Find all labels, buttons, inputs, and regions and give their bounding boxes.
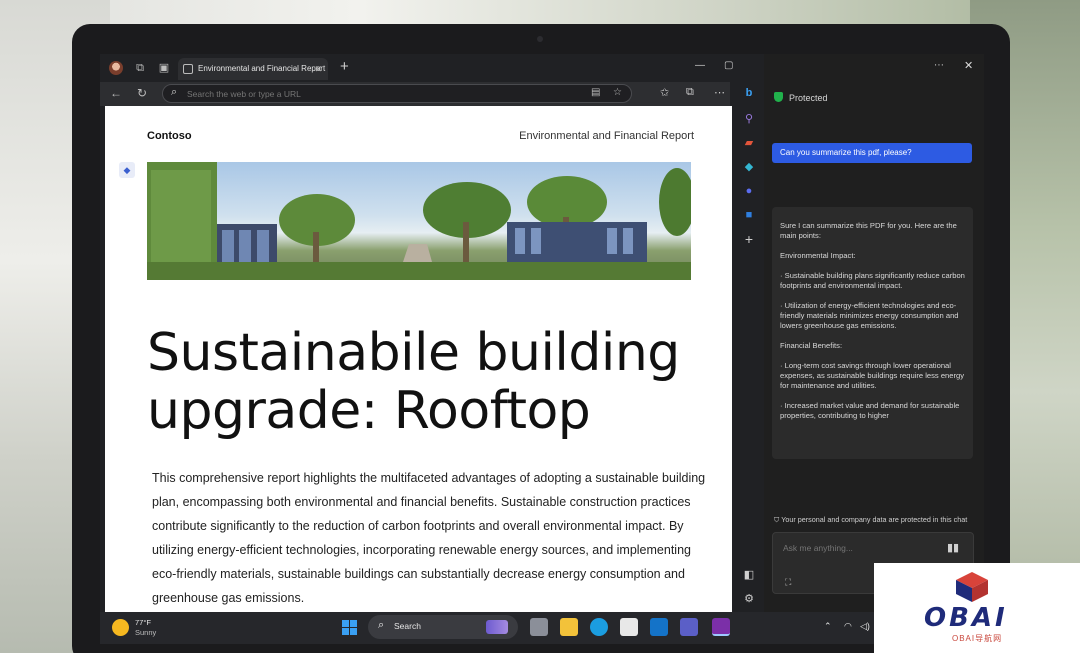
search-sidebar-icon[interactable]: ⚲ bbox=[742, 112, 756, 126]
workspaces-icon[interactable]: ⧉ bbox=[132, 60, 148, 76]
tab-bar: ⧉ ▣ Environmental and Financial Report ✕… bbox=[100, 54, 733, 82]
tab-actions-icon[interactable]: ▣ bbox=[156, 60, 172, 76]
pdf-brand: Contoso bbox=[147, 130, 192, 142]
favorites-icon[interactable]: ✩ bbox=[660, 86, 669, 99]
obai-watermark: OBAI OBAI导航网 bbox=[874, 563, 1080, 653]
laptop-screen: ⧉ ▣ Environmental and Financial Report ✕… bbox=[100, 54, 984, 644]
taskbar-search-icon: ⌕ bbox=[378, 619, 385, 631]
sidebar-rail: b ⚲ ▰ ◆ ● ■ + ◧ ⚙ bbox=[734, 82, 764, 642]
file-explorer-icon[interactable] bbox=[560, 618, 578, 636]
onenote-icon[interactable] bbox=[712, 618, 730, 636]
outlook-icon[interactable]: ■ bbox=[742, 208, 756, 222]
store-icon[interactable] bbox=[620, 618, 638, 636]
panel-more-icon[interactable]: ⋯ bbox=[934, 60, 944, 71]
reader-view-icon[interactable]: ▤ bbox=[591, 87, 600, 98]
watermark-brand: OBAI bbox=[924, 603, 1008, 633]
environmental-point-2: · Utilization of energy-efficient techno… bbox=[780, 301, 959, 330]
task-view-icon[interactable] bbox=[530, 618, 548, 636]
sun-weather-icon[interactable] bbox=[112, 619, 129, 636]
pdf-header-title: Environmental and Financial Report bbox=[519, 130, 694, 142]
outlook-taskbar-icon[interactable] bbox=[650, 618, 668, 636]
protected-label: Protected bbox=[789, 93, 828, 103]
tools-icon[interactable]: ◆ bbox=[742, 160, 756, 174]
panel-close-icon[interactable]: ✕ bbox=[964, 59, 973, 72]
windows-start-icon[interactable] bbox=[342, 620, 357, 635]
address-bar[interactable]: ⌕ ▤ ☆ bbox=[162, 84, 632, 103]
title-line-1: Sustainabile building bbox=[147, 323, 680, 383]
taskbar-search[interactable]: ⌕ Search bbox=[368, 615, 518, 639]
add-favorite-icon[interactable]: ☆ bbox=[613, 87, 622, 98]
ask-input[interactable] bbox=[783, 541, 933, 555]
new-tab-button[interactable]: + bbox=[340, 58, 349, 75]
webcam bbox=[537, 36, 543, 42]
financial-point-2: · Increased market value and demand for … bbox=[780, 401, 960, 420]
bing-copilot-icon[interactable]: b bbox=[742, 86, 756, 100]
privacy-text: Your personal and company data are prote… bbox=[781, 515, 968, 524]
teams-icon[interactable] bbox=[680, 618, 698, 636]
sidebar-settings-icon[interactable]: ⚙ bbox=[742, 592, 756, 606]
collections-icon[interactable]: ⧉ bbox=[686, 86, 694, 99]
pdf-main-title: Sustainabile building upgrade: Rooftop bbox=[147, 324, 707, 440]
environmental-point-1: · Sustainable building plans significant… bbox=[780, 271, 965, 290]
shield-icon bbox=[774, 92, 783, 102]
pdf-tab-icon bbox=[183, 64, 193, 74]
watermark-subtitle: OBAI导航网 bbox=[952, 634, 1003, 643]
pdf-draw-tool-icon[interactable]: ◆ bbox=[119, 162, 135, 178]
search-icon: ⌕ bbox=[171, 86, 178, 98]
more-menu-icon[interactable]: ⋯ bbox=[714, 86, 725, 99]
panel-header: ⋯ ✕ bbox=[764, 54, 984, 82]
tray-overflow-icon[interactable]: ⌃ bbox=[824, 621, 832, 632]
tab-title: Environmental and Financial Report bbox=[198, 64, 326, 73]
weather-temperature: 77°F bbox=[135, 618, 151, 627]
edge-icon[interactable] bbox=[590, 618, 608, 636]
profile-avatar[interactable] bbox=[109, 61, 123, 75]
minimize-icon[interactable]: — bbox=[695, 60, 705, 71]
microphone-icon[interactable]: ▮▮ bbox=[947, 541, 959, 554]
image-input-icon[interactable]: ⛶ bbox=[785, 577, 791, 588]
maximize-icon[interactable]: ▢ bbox=[724, 60, 733, 71]
protected-badge: Protected bbox=[774, 92, 828, 103]
copilot-panel: ⋯ ✕ Protected Can you summarize this pdf… bbox=[764, 54, 984, 644]
refresh-icon[interactable]: ↻ bbox=[134, 86, 150, 100]
section-environmental-title: Environmental Impact: bbox=[780, 251, 856, 260]
response-intro: Sure I can summarize this PDF for you. H… bbox=[780, 221, 957, 240]
privacy-note: ⛉ Your personal and company data are pro… bbox=[774, 515, 984, 525]
games-icon[interactable]: ● bbox=[742, 184, 756, 198]
tab-close-icon[interactable]: ✕ bbox=[314, 58, 322, 80]
weather-condition: Sunny bbox=[135, 628, 157, 637]
hide-sidebar-icon[interactable]: ◧ bbox=[742, 568, 756, 582]
pdf-viewer: Contoso Environmental and Financial Repo… bbox=[105, 106, 732, 644]
address-toolbar: ← ↻ ⌕ ▤ ☆ ✩ ⧉ ⋯ bbox=[100, 82, 730, 106]
rooftop-garden-image bbox=[147, 162, 691, 280]
section-financial-title: Financial Benefits: bbox=[780, 341, 843, 350]
address-input[interactable] bbox=[187, 86, 567, 101]
financial-point-1: · Long-term cost savings through lower o… bbox=[780, 361, 965, 390]
tab-environmental-report[interactable]: Environmental and Financial Report ✕ bbox=[178, 58, 328, 80]
volume-icon[interactable]: ◁) bbox=[860, 621, 870, 632]
wifi-icon[interactable]: ◠ bbox=[844, 621, 852, 632]
shopping-icon[interactable]: ▰ bbox=[742, 136, 756, 150]
taskbar-search-label: Search bbox=[394, 621, 421, 631]
title-line-2: upgrade: Rooftop bbox=[147, 381, 591, 441]
copilot-response: Sure I can summarize this PDF for you. H… bbox=[772, 207, 973, 459]
back-arrow-icon[interactable]: ← bbox=[108, 86, 124, 100]
add-sidebar-app-icon[interactable]: + bbox=[742, 232, 756, 246]
taskbar: 77°F Sunny ⌕ Search ⌃ ◠ ◁) bbox=[100, 612, 984, 644]
search-highlight-icon bbox=[486, 620, 508, 634]
pdf-body-text: This comprehensive report highlights the… bbox=[152, 471, 706, 605]
cube-logo-icon bbox=[956, 572, 988, 602]
user-message: Can you summarize this pdf, please? bbox=[772, 143, 972, 163]
